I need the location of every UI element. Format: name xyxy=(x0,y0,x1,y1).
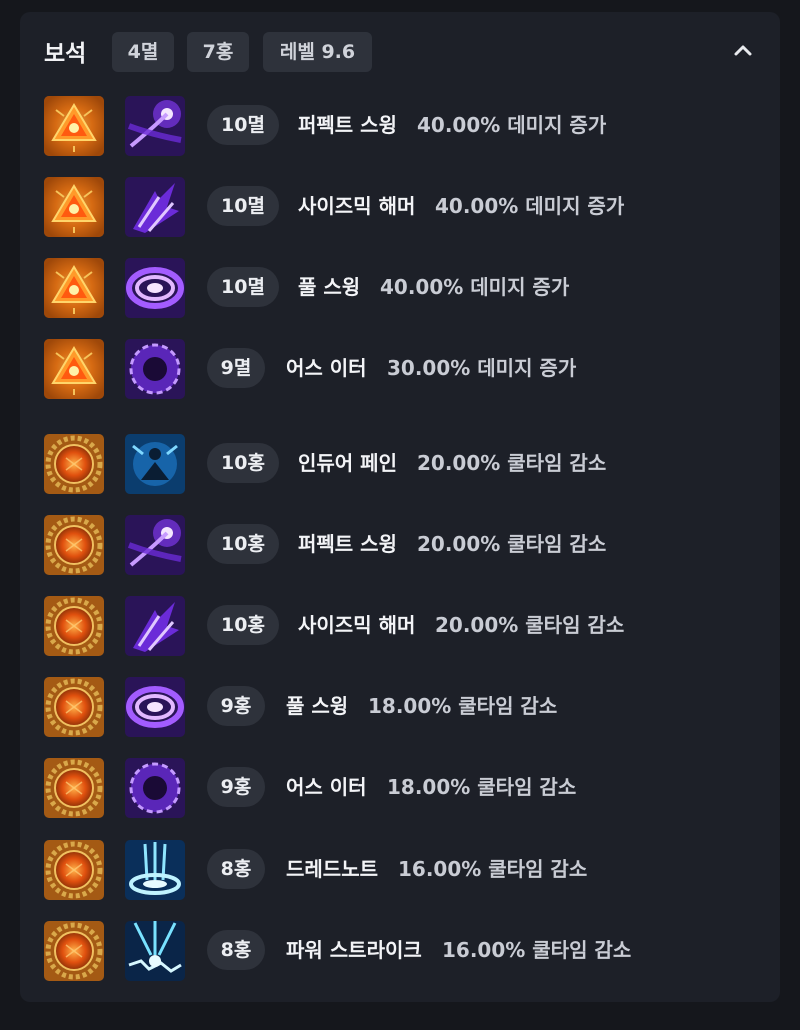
earth-eater-icon xyxy=(125,339,185,399)
gem-effect: 16.00% 쿨타임 감소 xyxy=(398,857,588,881)
crimson-gem-icon xyxy=(44,515,104,575)
skill-name: 사이즈믹 해머 xyxy=(298,194,416,218)
gem-row[interactable]: 10홍 인듀어 페인 20.00% 쿨타임 감소 xyxy=(20,434,780,496)
gem-effect: 40.00% 데미지 증가 xyxy=(417,113,607,137)
perfect-swing-icon xyxy=(125,515,185,575)
gem-row[interactable]: 10멸 사이즈믹 해머 40.00% 데미지 증가 xyxy=(20,177,780,239)
gem-level-badge: 8홍 xyxy=(207,930,265,970)
skill-name: 파워 스트라이크 xyxy=(286,938,422,962)
gem-level-badge: 9멸 xyxy=(207,348,265,388)
chevron-up-icon[interactable] xyxy=(732,40,754,62)
full-swing-icon xyxy=(125,258,185,318)
gem-panel: 보석 4멸 7홍 레벨 9.6 10멸 퍼펙트 스윙 40.00% 데미지 증가 10… xyxy=(20,12,780,1002)
annihilation-count-badge: 4멸 xyxy=(112,32,174,72)
gem-level-badge: 9홍 xyxy=(207,767,265,807)
gem-level-badge: 9홍 xyxy=(207,686,265,726)
gem-effect: 40.00% 데미지 증가 xyxy=(380,275,570,299)
crimson-gem-icon xyxy=(44,921,104,981)
annihilation-gem-icon xyxy=(44,339,104,399)
gem-row[interactable]: 9홍 어스 이터 18.00% 쿨타임 감소 xyxy=(20,758,780,820)
skill-name: 인듀어 페인 xyxy=(298,451,397,475)
skill-name: 어스 이터 xyxy=(286,775,367,799)
gem-level-badge: 8홍 xyxy=(207,849,265,889)
gem-effect: 20.00% 쿨타임 감소 xyxy=(417,451,607,475)
gem-row[interactable]: 8홍 파워 스트라이크 16.00% 쿨타임 감소 xyxy=(20,921,780,983)
gem-row[interactable]: 8홍 드레드노트 16.00% 쿨타임 감소 xyxy=(20,840,780,902)
gem-effect: 18.00% 쿨타임 감소 xyxy=(368,694,558,718)
gem-level-badge: 10홍 xyxy=(207,605,279,645)
skill-name: 어스 이터 xyxy=(286,356,367,380)
gem-row[interactable]: 9멸 어스 이터 30.00% 데미지 증가 xyxy=(20,339,780,401)
crimson-gem-icon xyxy=(44,434,104,494)
gem-level-badge: 10홍 xyxy=(207,524,279,564)
skill-name: 풀 스윙 xyxy=(298,275,361,299)
crimson-gem-icon xyxy=(44,840,104,900)
power-strike-icon xyxy=(125,921,185,981)
gem-effect: 40.00% 데미지 증가 xyxy=(435,194,625,218)
gem-row[interactable]: 10홍 사이즈믹 해머 20.00% 쿨타임 감소 xyxy=(20,596,780,658)
gem-panel-header[interactable]: 보석 4멸 7홍 레벨 9.6 xyxy=(20,12,780,92)
skill-name: 퍼펙트 스윙 xyxy=(298,532,397,556)
endure-pain-icon xyxy=(125,434,185,494)
gem-row[interactable]: 10멸 퍼펙트 스윙 40.00% 데미지 증가 xyxy=(20,96,780,158)
skill-name: 퍼펙트 스윙 xyxy=(298,113,397,137)
crimson-gem-icon xyxy=(44,758,104,818)
panel-title: 보석 xyxy=(44,41,87,67)
gem-effect: 20.00% 쿨타임 감소 xyxy=(435,613,625,637)
gem-row[interactable]: 10멸 풀 스윙 40.00% 데미지 증가 xyxy=(20,258,780,320)
gem-level-badge: 10멸 xyxy=(207,186,279,226)
full-swing-icon xyxy=(125,677,185,737)
average-level-badge: 레벨 9.6 xyxy=(263,32,372,72)
gem-effect: 16.00% 쿨타임 감소 xyxy=(442,938,632,962)
annihilation-gem-icon xyxy=(44,96,104,156)
gem-effect: 20.00% 쿨타임 감소 xyxy=(417,532,607,556)
gem-row[interactable]: 10홍 퍼펙트 스윙 20.00% 쿨타임 감소 xyxy=(20,515,780,577)
crimson-count-badge: 7홍 xyxy=(187,32,249,72)
earth-eater-icon xyxy=(125,758,185,818)
gem-level-badge: 10멸 xyxy=(207,267,279,307)
gem-effect: 30.00% 데미지 증가 xyxy=(387,356,577,380)
seismic-hammer-icon xyxy=(125,596,185,656)
annihilation-gem-icon xyxy=(44,177,104,237)
gem-row[interactable]: 9홍 풀 스윙 18.00% 쿨타임 감소 xyxy=(20,677,780,739)
crimson-gem-icon xyxy=(44,677,104,737)
perfect-swing-icon xyxy=(125,96,185,156)
skill-name: 사이즈믹 해머 xyxy=(298,613,416,637)
crimson-gem-icon xyxy=(44,596,104,656)
skill-name: 드레드노트 xyxy=(286,857,378,881)
seismic-hammer-icon xyxy=(125,177,185,237)
annihilation-gem-icon xyxy=(44,258,104,318)
gem-level-badge: 10멸 xyxy=(207,105,279,145)
skill-name: 풀 스윙 xyxy=(286,694,349,718)
gem-effect: 18.00% 쿨타임 감소 xyxy=(387,775,577,799)
dreadnaught-icon xyxy=(125,840,185,900)
gem-level-badge: 10홍 xyxy=(207,443,279,483)
